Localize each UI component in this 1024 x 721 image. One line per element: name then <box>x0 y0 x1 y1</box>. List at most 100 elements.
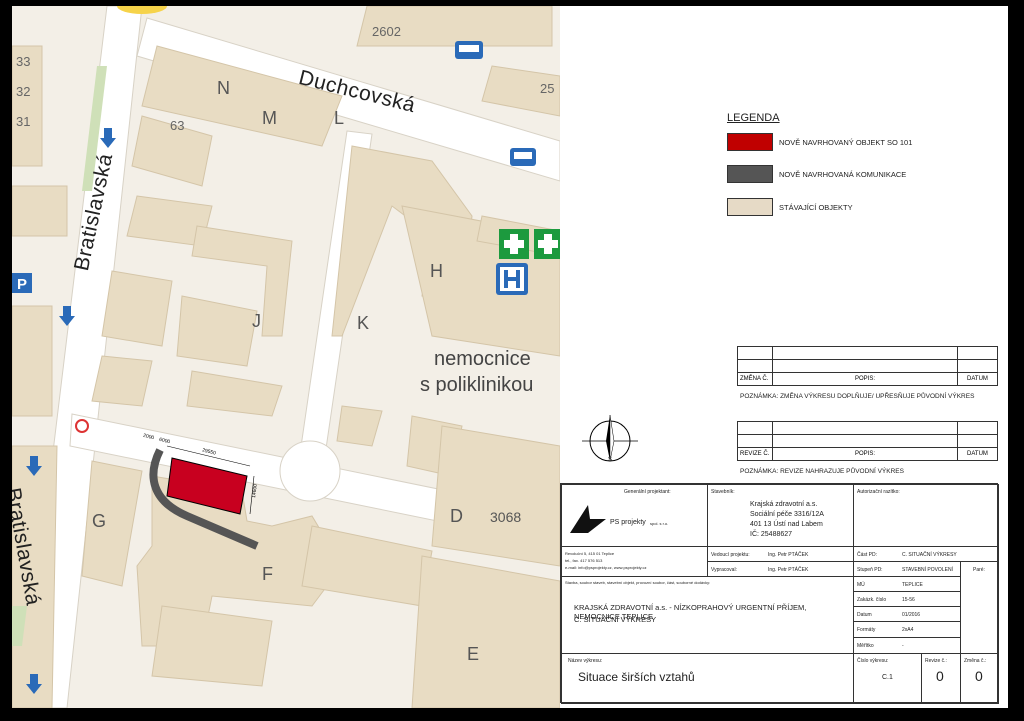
changes-col-desc: POPIS: <box>772 372 958 386</box>
house-number-33: 33 <box>16 54 31 69</box>
tb-address: Revoluční 5, 415 01 Teplice tel., fax. 4… <box>561 546 708 577</box>
building-letter-k: K <box>357 313 370 333</box>
legend-label: STÁVAJÍCÍ OBJEKTY <box>779 202 853 212</box>
tb-change: Změna č.: 0 <box>960 653 999 704</box>
building-letter-j: J <box>252 311 261 331</box>
house-number-31: 31 <box>16 114 31 129</box>
tb-stage-label: Stupeň PD: <box>857 567 883 573</box>
tb-investor-line: 401 13 Ústí nad Labem <box>750 521 823 528</box>
tb-revision: Revize č.: 0 <box>921 653 961 704</box>
pharmacy-cross-icon <box>499 229 529 259</box>
changes-col-number: ZMĚNA Č. <box>737 372 773 386</box>
tb-meta-value: TEPLICE <box>902 582 923 588</box>
house-number-2602: 2602 <box>372 24 401 39</box>
legend-label: NOVĚ NAVRHOVANÁ KOMUNIKACE <box>779 169 907 179</box>
legend-item-new-road: NOVĚ NAVRHOVANÁ KOMUNIKACE <box>727 164 906 184</box>
tb-drawing-no-value: C.1 <box>882 674 893 681</box>
tb-company: PS projekty <box>610 519 646 526</box>
tb-meta-row: Formáty 2xA4 <box>853 621 961 638</box>
tb-change-value: 0 <box>975 668 983 684</box>
tb-drawing-no: Číslo výkresu: C.1 <box>853 653 922 704</box>
building-letter-f: F <box>262 564 273 584</box>
tb-meta-value: 01/2016 <box>902 612 921 618</box>
tb-auth-label: Autorizační razítko: <box>857 489 900 495</box>
bus-icon-2 <box>510 148 536 166</box>
tb-meta-row: Datum 01/2016 <box>853 606 961 622</box>
tb-general-designer: Generální projektant: PS projekty spol. … <box>561 484 708 547</box>
legend-item-new-object: NOVĚ NAVRHOVANÝ OBJEKT SO 101 <box>727 132 912 152</box>
ps-logo-icon <box>570 505 606 533</box>
tb-meta-value: 2xA4 <box>902 627 914 633</box>
revisions-col-date: DATUM <box>957 447 998 461</box>
tb-meta-label: Formáty <box>857 627 876 633</box>
tb-meta-label: MÚ <box>857 582 865 588</box>
house-number-25: 25 <box>540 81 555 96</box>
tb-part-label: Část PD: <box>857 552 878 558</box>
tb-meta-value: 15-56 <box>902 597 915 603</box>
changes-col-date: DATUM <box>957 372 998 386</box>
tb-address-line: Revoluční 5, 415 01 Teplice <box>565 551 615 556</box>
tb-drawing-no-label: Číslo výkresu: <box>857 658 889 664</box>
tb-drawn-name: Ing. Petr PTÁČEK <box>768 567 809 573</box>
tb-project: Stavba, soubor staveb, stavební objekt, … <box>561 576 854 654</box>
tb-lead-name: Ing. Petr PTÁČEK <box>768 552 809 558</box>
building-letter-d: D <box>450 506 463 526</box>
building-letter-g: G <box>92 511 107 531</box>
pharmacy-cross-icon-2 <box>534 229 560 259</box>
building-letter-e: E <box>467 644 480 664</box>
tb-address-line: tel., fax. 417 576 513 <box>565 558 603 563</box>
legend-title: LEGENDA <box>727 112 780 124</box>
tb-investor-line: Krajská zdravotní a.s. <box>750 501 818 508</box>
tb-drawing-title: Název výkresu: Situace širších vztahů <box>561 653 854 704</box>
tb-rev-value: 0 <box>936 668 944 684</box>
tb-meta-label: Datum <box>857 612 872 618</box>
revisions-col-number: REVIZE Č. <box>737 447 773 461</box>
building-letter-h: H <box>430 261 443 281</box>
tb-company-suffix: spol. s r.o. <box>650 521 669 526</box>
tb-stage-value: STAVEBNÍ POVOLENÍ <box>902 567 953 573</box>
tb-drawn-label: Vypracoval: <box>711 567 737 573</box>
tb-lead-label: Vedoucí projektu: <box>711 552 750 558</box>
legend-item-existing: STÁVAJÍCÍ OBJEKTY <box>727 197 853 217</box>
tb-investor-line: Sociální péče 3316/12A <box>750 511 824 518</box>
tb-drawing-title-value: Situace širších vztahů <box>578 670 695 684</box>
house-number-63: 63 <box>170 118 185 133</box>
legend-swatch-red <box>727 133 773 151</box>
tb-rev-label: Revize č.: <box>925 658 947 664</box>
changes-table: ZMĚNA Č. POPIS: DATUM <box>737 346 998 386</box>
tb-meta-row: MÚ TEPLICE <box>853 576 961 592</box>
tb-meta-label: Zakázk. číslo <box>857 597 887 603</box>
legend-label: NOVĚ NAVRHOVANÝ OBJEKT SO 101 <box>779 137 913 147</box>
tb-project-line2: C. SITUAČNÍ VÝKRESY <box>574 615 657 624</box>
tb-lead: Vedoucí projektu: Ing. Petr PTÁČEK <box>707 546 854 562</box>
area-name-line2: s poliklinikou <box>420 374 534 396</box>
building-letter-l: L <box>334 108 345 128</box>
tb-gen-designer-label: Generální projektant: <box>624 489 671 495</box>
roundabout <box>279 440 341 502</box>
house-number-32: 32 <box>16 84 31 99</box>
tb-drawing-title-label: Název výkresu: <box>568 658 603 664</box>
legend-swatch-beige <box>727 198 773 216</box>
tb-auth-stamp: Autorizační razítko: <box>853 484 999 547</box>
site-map: P Duchcovská Bratislavská Bratislavská N… <box>12 6 560 708</box>
changes-note: POZNÁMKA: ZMĚNA VÝKRESU DOPLŇUJE/ UPŘESŇ… <box>740 393 975 400</box>
tb-copies-label: Paré: <box>973 567 985 573</box>
tb-investor-line: IČ: 25488627 <box>750 531 793 538</box>
tb-meta-row: Měřítko - <box>853 637 961 654</box>
title-block: Generální projektant: PS projekty spol. … <box>560 483 999 704</box>
tb-investor-label: Stavebník: <box>711 489 735 495</box>
tb-investor: Stavebník: Krajská zdravotní a.s. Sociál… <box>707 484 854 547</box>
tb-meta-label: Měřítko <box>857 643 874 649</box>
svg-text:P: P <box>17 276 27 293</box>
tb-project-header: Stavba, soubor staveb, stavební objekt, … <box>565 580 711 585</box>
tb-meta-row: Zakázk. číslo 15-56 <box>853 591 961 607</box>
tb-stage: Stupeň PD: STAVEBNÍ POVOLENÍ <box>853 561 961 577</box>
bus-icon <box>455 41 483 59</box>
tb-meta-value: - <box>902 643 904 649</box>
north-label: S <box>608 457 613 463</box>
revisions-table: REVIZE Č. POPIS: DATUM <box>737 421 998 461</box>
drawing-sheet: P Duchcovská Bratislavská Bratislavská N… <box>12 6 1008 708</box>
hospital-h-icon <box>496 263 528 295</box>
house-number-3068: 3068 <box>490 509 522 525</box>
revisions-note: POZNÁMKA: REVIZE NAHRAZUJE PŮVODNÍ VÝKRE… <box>740 468 904 475</box>
